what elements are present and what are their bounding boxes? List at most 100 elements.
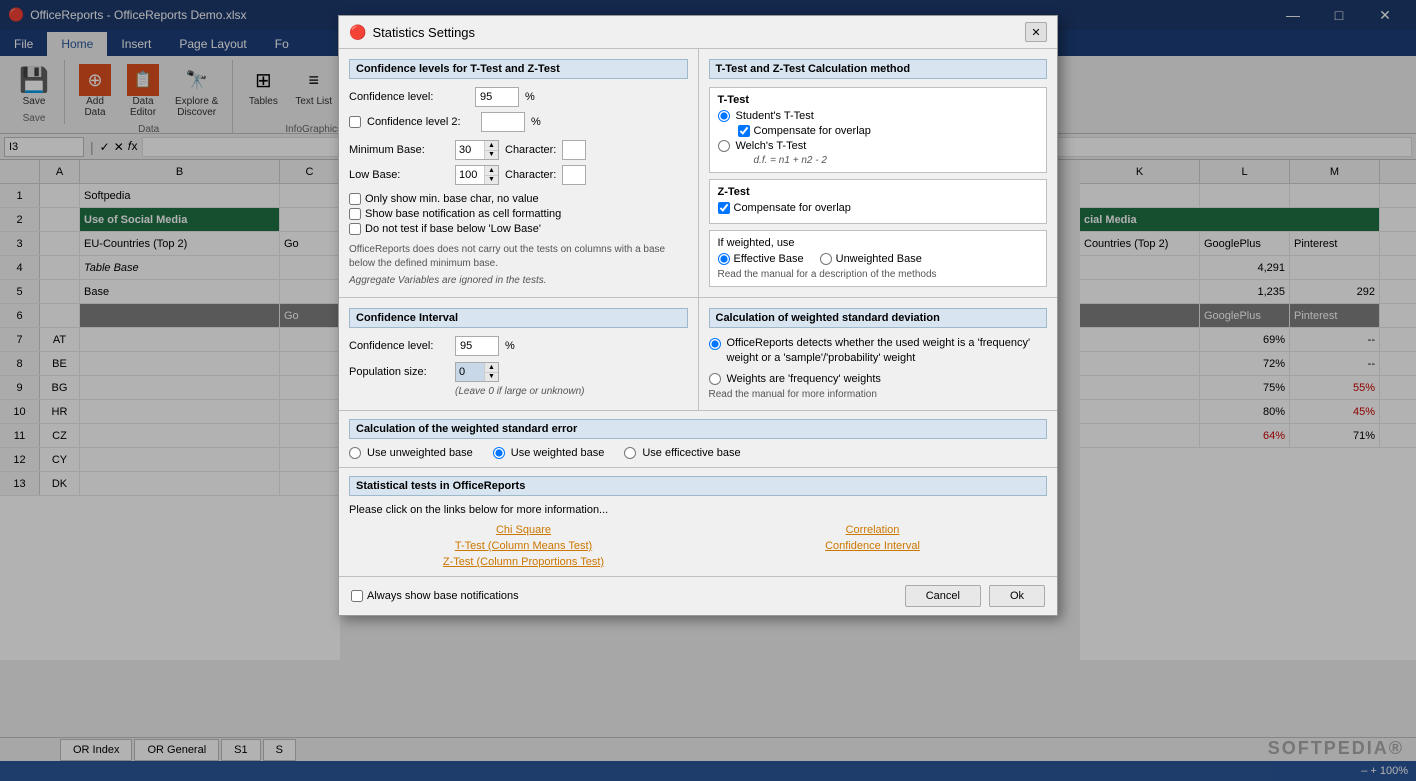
radio-welch[interactable] — [718, 140, 730, 152]
radio-or-detects-label: OfficeReports detects whether the used w… — [727, 336, 1048, 367]
dialog-title-text: Statistics Settings — [372, 25, 475, 40]
low-base-char-label: Character: — [505, 169, 556, 181]
wse-radios: Use unweighted base Use weighted base Us… — [349, 447, 1047, 459]
links-left: Chi Square T-Test (Column Means Test) Z-… — [349, 524, 698, 568]
link-ttest[interactable]: T-Test (Column Means Test) — [455, 540, 592, 552]
pop-size-value: 0 — [456, 363, 484, 381]
ttest-sub-label: T-Test — [718, 94, 1039, 106]
do-not-label: Do not test if base below 'Low Base' — [365, 223, 541, 235]
ci-level-row: Confidence level: % — [349, 336, 688, 356]
radio-students-label: Student's T-Test — [736, 110, 814, 122]
section-header-wsd: Calculation of weighted standard deviati… — [709, 308, 1048, 328]
radio-weighted-base-wse[interactable] — [493, 447, 505, 459]
section-header-wse: Calculation of the weighted standard err… — [349, 419, 1047, 439]
min-base-up[interactable]: ▲ — [485, 141, 498, 151]
ok-button[interactable]: Ok — [989, 585, 1045, 607]
always-show-checkbox[interactable] — [351, 590, 363, 602]
confidence-level2-row: Confidence level 2: % — [349, 112, 688, 132]
pop-size-up[interactable]: ▲ — [485, 363, 498, 373]
check-compensate2-row: Compensate for overlap — [718, 202, 1039, 214]
link-ztest[interactable]: Z-Test (Column Proportions Test) — [443, 556, 604, 568]
radio-unweighted-base-wse-label: Use unweighted base — [367, 447, 473, 459]
low-base-row: Low Base: 100 ▲ ▼ Character: — [349, 165, 688, 185]
ttest-subsection: T-Test Student's T-Test Compensate for o… — [709, 87, 1048, 173]
link-correlation[interactable]: Correlation — [846, 524, 900, 536]
low-base-spinner: 100 ▲ ▼ — [455, 165, 499, 185]
link-chi-square[interactable]: Chi Square — [496, 524, 551, 536]
dialog-title-icon: 🔴 — [349, 24, 366, 41]
confidence-level-row: Confidence level: % — [349, 87, 688, 107]
radio-or-detects[interactable] — [709, 338, 721, 350]
df-formula: d.f. = n1 + n2 - 2 — [754, 155, 1039, 166]
confidence-level2-label: Confidence level 2: — [367, 116, 475, 128]
ci-level-label: Confidence level: — [349, 340, 449, 352]
link-ci[interactable]: Confidence Interval — [825, 540, 920, 552]
note-2: Aggregate Variables are ignored in the t… — [349, 275, 688, 286]
low-base-value: 100 — [456, 166, 484, 184]
radio-freq-weights[interactable] — [709, 373, 721, 385]
min-base-spinner: 30 ▲ ▼ — [455, 140, 499, 160]
radio-students-ttest[interactable] — [718, 110, 730, 122]
low-base-up[interactable]: ▲ — [485, 166, 498, 176]
low-base-char-input[interactable] — [562, 165, 586, 185]
radio-freq-row: Weights are 'frequency' weights — [709, 373, 1048, 385]
min-base-down[interactable]: ▼ — [485, 151, 498, 160]
ci-level-pct: % — [505, 340, 515, 352]
radio-welch-label: Welch's T-Test — [736, 140, 807, 152]
ci-level-input[interactable] — [455, 336, 499, 356]
pop-size-label: Population size: — [349, 366, 449, 378]
dialog-ci-section: Confidence Interval Confidence level: % … — [339, 298, 699, 410]
low-base-down[interactable]: ▼ — [485, 176, 498, 185]
section-header-stat-tests: Statistical tests in OfficeReports — [349, 476, 1047, 496]
only-show-checkbox[interactable] — [349, 193, 361, 205]
radio-unweighted-base-wse-row: Use unweighted base — [349, 447, 473, 459]
radio-effective-base[interactable] — [718, 253, 730, 265]
note-1: OfficeReports does does not carry out th… — [349, 243, 688, 271]
radio-unweighted-base-row: Unweighted Base — [820, 253, 922, 265]
note-read-more: Read the manual for more information — [709, 389, 1048, 400]
dialog-wse-section: Calculation of the weighted standard err… — [339, 410, 1057, 467]
check-only-show-row: Only show min. base char, no value — [349, 193, 688, 205]
ztest-sub-label: Z-Test — [718, 186, 1039, 198]
confidence-level2-pct: % — [531, 116, 541, 128]
if-weighted-radio-row: Effective Base Unweighted Base — [718, 253, 1039, 265]
pop-size-row: Population size: 0 ▲ ▼ — [349, 362, 688, 382]
stat-tests-links: Chi Square T-Test (Column Means Test) Z-… — [349, 524, 1047, 568]
radio-effective-base-row: Effective Base — [718, 253, 804, 265]
cancel-button[interactable]: Cancel — [905, 585, 981, 607]
min-base-arrows: ▲ ▼ — [484, 141, 498, 159]
radio-effective-base-wse[interactable] — [624, 447, 636, 459]
radio-or-detects-row: OfficeReports detects whether the used w… — [709, 336, 1048, 367]
confidence-level2-checkbox[interactable] — [349, 116, 361, 128]
dialog-footer: Always show base notifications Cancel Ok — [339, 576, 1057, 615]
confidence-level-pct: % — [525, 91, 535, 103]
note-read-manual: Read the manual for a description of the… — [718, 269, 1039, 280]
stat-tests-note: Please click on the links below for more… — [349, 504, 1047, 516]
confidence-level2-input[interactable] — [481, 112, 525, 132]
radio-unweighted-base-wse[interactable] — [349, 447, 361, 459]
dialog-wsd-section: Calculation of weighted standard deviati… — [699, 298, 1058, 410]
min-base-char-input[interactable] — [562, 140, 586, 160]
min-base-char-label: Character: — [505, 144, 556, 156]
compensate1-checkbox[interactable] — [738, 125, 750, 137]
dialog-titlebar: 🔴 Statistics Settings ✕ — [339, 16, 1057, 49]
radio-weighted-base-wse-row: Use weighted base — [493, 447, 605, 459]
check-do-not-row: Do not test if base below 'Low Base' — [349, 223, 688, 235]
dialog-two-col-mid: Confidence Interval Confidence level: % … — [339, 297, 1057, 410]
show-base-label: Show base notification as cell formattin… — [365, 208, 561, 220]
show-base-checkbox[interactable] — [349, 208, 361, 220]
compensate2-checkbox[interactable] — [718, 202, 730, 214]
pop-size-down[interactable]: ▼ — [485, 373, 498, 382]
min-base-label: Minimum Base: — [349, 144, 449, 156]
confidence-level-input[interactable] — [475, 87, 519, 107]
do-not-checkbox[interactable] — [349, 223, 361, 235]
dialog-close-button[interactable]: ✕ — [1025, 22, 1047, 42]
footer-checkbox-row: Always show base notifications — [351, 590, 897, 602]
radio-freq-label: Weights are 'frequency' weights — [727, 373, 881, 385]
radio-unweighted-base[interactable] — [820, 253, 832, 265]
radio-effective-base-wse-row: Use efficective base — [624, 447, 740, 459]
always-show-label: Always show base notifications — [367, 590, 519, 602]
section-header-confidence: Confidence levels for T-Test and Z-Test — [349, 59, 688, 79]
radio-weighted-base-wse-label: Use weighted base — [511, 447, 605, 459]
check-compensate1-row: Compensate for overlap — [738, 125, 1039, 137]
